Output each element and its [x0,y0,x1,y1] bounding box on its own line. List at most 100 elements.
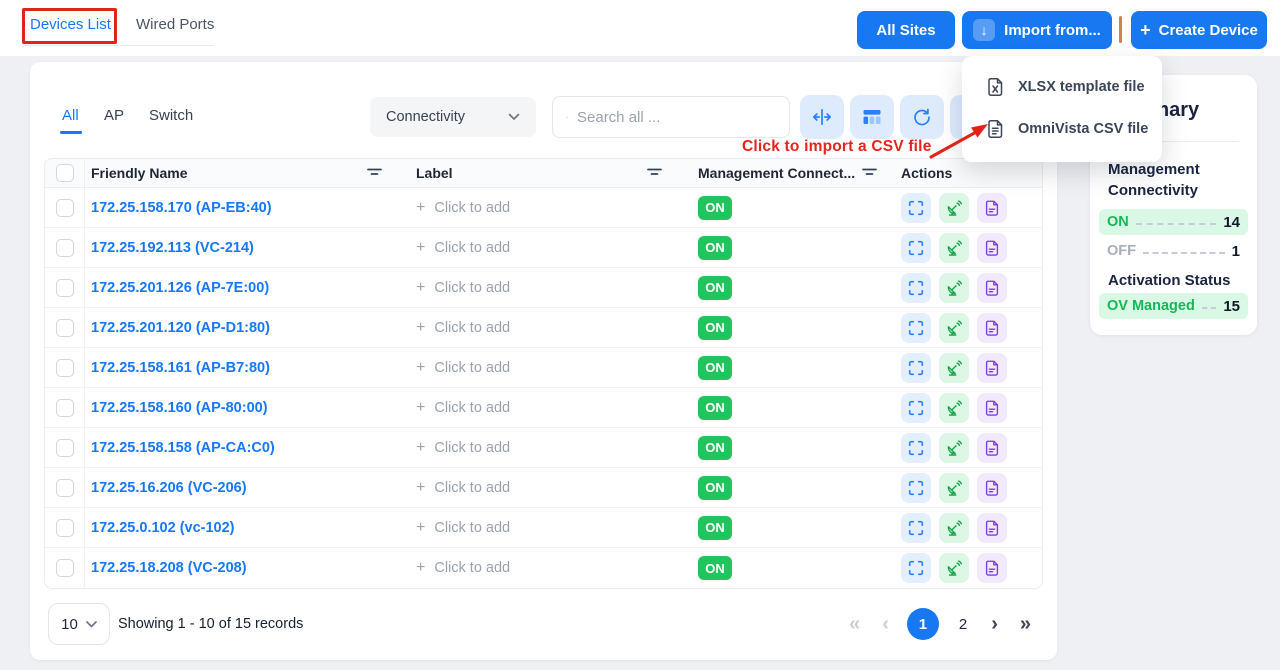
prev-page-button[interactable]: ‹ [878,614,893,634]
page-2-button[interactable]: 2 [953,616,973,633]
label-click-to-add[interactable]: + Click to add [401,400,681,416]
device-link[interactable]: 172.25.18.208 (VC-208) [91,560,247,576]
connectivity-test-button[interactable] [939,553,969,583]
device-notes-button[interactable] [977,313,1007,343]
connectivity-test-button[interactable] [939,193,969,223]
device-link[interactable]: 172.25.201.120 (AP-D1:80) [91,320,270,336]
row-checkbox[interactable] [56,559,74,577]
row-checkbox[interactable] [56,359,74,377]
tab-strip-divider [24,45,214,46]
friendly-name-cell: 172.25.158.161 (AP-B7:80) [85,359,401,377]
columns-settings-button[interactable] [850,95,894,139]
label-click-to-add[interactable]: + Click to add [401,480,681,496]
dashed-leader [1143,252,1225,254]
connectivity-test-button[interactable] [939,353,969,383]
device-link[interactable]: 172.25.158.161 (AP-B7:80) [91,360,270,376]
row-checkbox[interactable] [56,199,74,217]
search-input[interactable] [577,109,776,126]
connectivity-test-button[interactable] [939,513,969,543]
label-click-to-add[interactable]: + Click to add [401,280,681,296]
device-link[interactable]: 172.25.158.158 (AP-CA:C0) [91,440,275,456]
expand-device-button[interactable] [901,393,931,423]
menu-item-omnivista-csv[interactable]: OmniVista CSV file [962,108,1162,150]
expand-device-button[interactable] [901,433,931,463]
label-click-to-add[interactable]: + Click to add [401,240,681,256]
fullscreen-icon [907,479,925,497]
filter-tab-ap[interactable]: AP [104,107,124,124]
device-notes-button[interactable] [977,513,1007,543]
device-notes-button[interactable] [977,233,1007,263]
device-link[interactable]: 172.25.158.170 (AP-EB:40) [91,200,272,216]
all-sites-button[interactable]: All Sites [857,11,955,49]
column-header-friendly-name[interactable]: Friendly Name [85,165,401,181]
expand-device-button[interactable] [901,233,931,263]
connectivity-test-button[interactable] [939,273,969,303]
filter-tab-all[interactable]: All [62,107,79,124]
connectivity-dropdown[interactable]: Connectivity [370,97,536,137]
first-page-button[interactable]: « [845,614,864,634]
next-page-button[interactable]: › [987,614,1002,634]
create-device-button[interactable]: + Create Device [1131,11,1267,49]
filter-icon[interactable] [862,168,877,179]
friendly-name-cell: 172.25.18.208 (VC-208) [85,559,401,577]
expand-device-button[interactable] [901,313,931,343]
label-click-to-add[interactable]: + Click to add [401,320,681,336]
import-from-button[interactable]: ↓ Import from... [962,11,1112,49]
click-to-add-label: Click to add [434,200,510,216]
filter-tab-switch[interactable]: Switch [149,107,193,124]
row-checkbox[interactable] [56,239,74,257]
column-header-label[interactable]: Label [401,165,681,181]
connectivity-test-button[interactable] [939,473,969,503]
device-notes-button[interactable] [977,433,1007,463]
plus-icon: + [416,400,425,416]
device-notes-button[interactable] [977,353,1007,383]
tab-devices-list[interactable]: Devices List [30,16,111,33]
plus-icon: + [416,440,425,456]
expand-columns-button[interactable] [800,95,844,139]
menu-item-xlsx-template[interactable]: XLSX template file [962,66,1162,108]
row-checkbox[interactable] [56,319,74,337]
label-click-to-add[interactable]: + Click to add [401,440,681,456]
connectivity-test-button[interactable] [939,393,969,423]
row-checkbox[interactable] [56,279,74,297]
expand-device-button[interactable] [901,473,931,503]
connectivity-test-button[interactable] [939,433,969,463]
connectivity-test-button[interactable] [939,313,969,343]
device-notes-button[interactable] [977,553,1007,583]
filter-icon[interactable] [647,168,662,179]
device-link[interactable]: 172.25.158.160 (AP-80:00) [91,400,268,416]
device-link[interactable]: 172.25.16.206 (VC-206) [91,480,247,496]
filter-icon[interactable] [367,168,382,179]
device-link[interactable]: 172.25.201.126 (AP-7E:00) [91,280,269,296]
expand-device-button[interactable] [901,193,931,223]
document-icon [983,279,1001,297]
tab-wired-ports[interactable]: Wired Ports [136,16,214,33]
label-click-to-add[interactable]: + Click to add [401,200,681,216]
expand-device-button[interactable] [901,353,931,383]
column-header-management[interactable]: Management Connect... [681,165,891,181]
device-link[interactable]: 172.25.192.113 (VC-214) [91,240,254,256]
row-checkbox[interactable] [56,439,74,457]
label-click-to-add[interactable]: + Click to add [401,360,681,376]
row-checkbox-cell [45,308,85,347]
expand-device-button[interactable] [901,273,931,303]
connectivity-test-button[interactable] [939,233,969,263]
expand-device-button[interactable] [901,553,931,583]
label-click-to-add[interactable]: + Click to add [401,560,681,576]
select-all-checkbox[interactable] [56,164,74,182]
row-checkbox[interactable] [56,399,74,417]
device-notes-button[interactable] [977,193,1007,223]
device-link[interactable]: 172.25.0.102 (vc-102) [91,520,235,536]
page-1-button[interactable]: 1 [907,608,939,640]
last-page-button[interactable]: » [1016,614,1035,634]
actions-cell [891,313,1042,343]
page-size-select[interactable]: 10 [48,603,110,645]
device-notes-button[interactable] [977,273,1007,303]
row-checkbox[interactable] [56,479,74,497]
device-notes-button[interactable] [977,393,1007,423]
label-click-to-add[interactable]: + Click to add [401,520,681,536]
document-icon [983,239,1001,257]
row-checkbox[interactable] [56,519,74,537]
expand-device-button[interactable] [901,513,931,543]
device-notes-button[interactable] [977,473,1007,503]
